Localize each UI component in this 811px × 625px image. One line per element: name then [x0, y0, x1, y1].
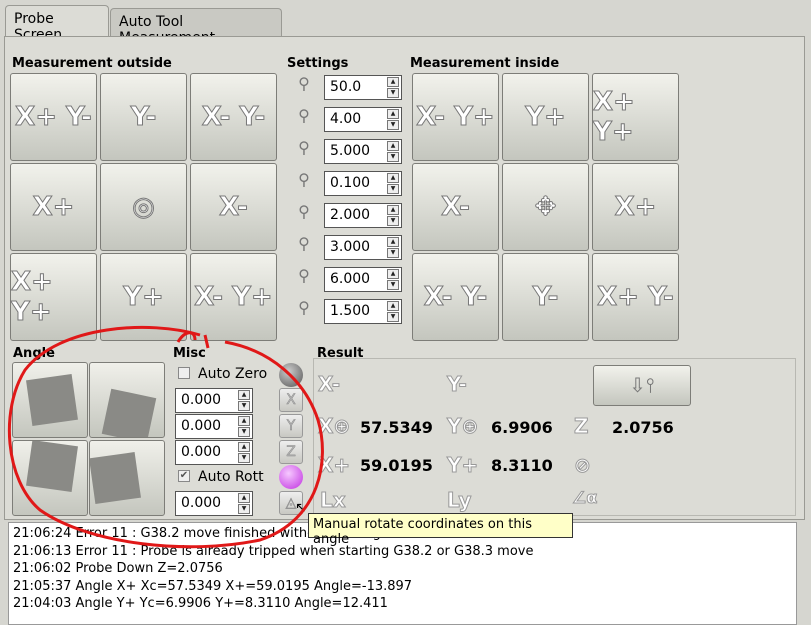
red-annotation-circle: [7, 325, 324, 549]
